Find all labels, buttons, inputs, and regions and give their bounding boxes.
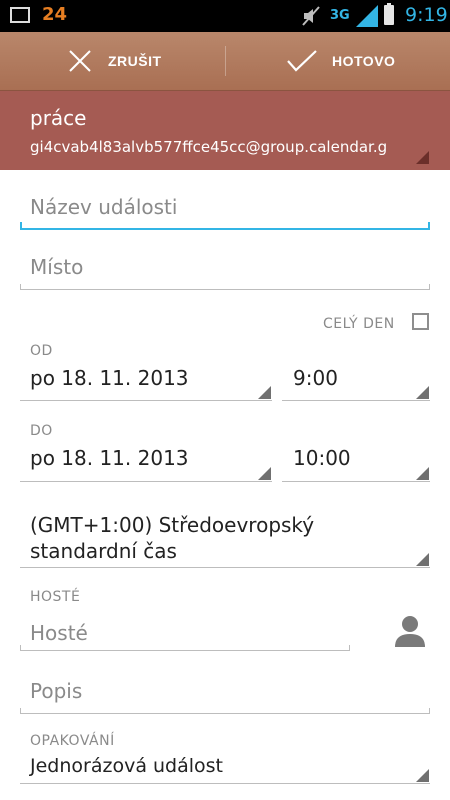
location-underline <box>20 289 430 290</box>
repeat-label: OPAKOVÁNÍ <box>30 733 115 749</box>
title-placeholder: Název události <box>30 195 178 219</box>
close-icon <box>69 50 91 72</box>
timezone-spinner[interactable]: (GMT+1:00) Středoevropský standardní čas <box>30 512 420 564</box>
from-date-dropdown-indicator <box>258 386 271 399</box>
repeat-dropdown-indicator <box>416 769 429 782</box>
location-underline-edge-left <box>20 284 21 290</box>
to-date-underline <box>20 481 272 482</box>
cancel-button[interactable]: ZRUŠIT <box>0 32 224 90</box>
guests-underline <box>20 650 350 651</box>
title-field[interactable]: Název události <box>30 195 430 219</box>
title-underline-edge-right <box>428 222 430 229</box>
calendar-selector[interactable]: práce gi4cvab4l83alvb577ffce45cc@group.c… <box>0 91 450 170</box>
to-date: po 18. 11. 2013 <box>30 446 189 470</box>
to-label: DO <box>30 423 53 439</box>
all-day-checkbox[interactable] <box>412 313 429 330</box>
location-field[interactable]: Místo <box>30 255 430 279</box>
description-placeholder: Popis <box>30 679 83 703</box>
repeat-spinner[interactable]: Jednorázová událost <box>30 755 420 777</box>
description-underline-edge-left <box>20 708 21 714</box>
location-underline-edge-right <box>429 284 430 290</box>
to-time-underline <box>282 481 430 482</box>
timezone-underline <box>20 567 430 568</box>
guests-label: HOSTÉ <box>30 589 81 605</box>
guests-underline-edge-left <box>20 645 21 651</box>
timezone-line-1: (GMT+1:00) Středoevropský <box>30 513 315 537</box>
description-underline-edge-right <box>429 708 430 714</box>
add-contact-icon[interactable] <box>392 612 428 648</box>
calendar-name: práce <box>30 106 87 130</box>
all-day-label: CELÝ DEN <box>323 316 395 332</box>
cancel-label: ZRUŠIT <box>108 53 162 69</box>
from-date: po 18. 11. 2013 <box>30 366 189 390</box>
signal-icon <box>356 5 378 27</box>
timezone-dropdown-indicator <box>416 553 429 566</box>
from-time-dropdown-indicator <box>416 386 429 399</box>
title-underline-edge-left <box>20 222 22 229</box>
battery-icon <box>384 3 394 25</box>
guests-placeholder: Hosté <box>30 621 88 645</box>
status-bar: 24 3G 9:19 <box>0 0 450 32</box>
location-placeholder: Místo <box>30 255 84 279</box>
guests-field[interactable]: Hosté <box>30 621 340 645</box>
guests-underline-edge-right <box>349 645 350 651</box>
done-button[interactable]: HOTOVO <box>226 32 450 90</box>
notification-count: 24 <box>42 4 68 25</box>
to-time: 10:00 <box>293 446 351 470</box>
title-underline <box>20 228 430 230</box>
from-date-underline <box>20 400 272 401</box>
done-label: HOTOVO <box>332 53 396 69</box>
gallery-notification-icon <box>10 7 30 23</box>
description-underline <box>20 713 430 714</box>
calendar-dropdown-indicator <box>416 151 429 164</box>
action-bar: ZRUŠIT HOTOVO <box>0 32 450 91</box>
status-clock: 9:19 <box>405 4 448 26</box>
from-time-spinner[interactable]: 9:00 <box>293 366 423 390</box>
calendar-account: gi4cvab4l83alvb577ffce45cc@group.calenda… <box>30 138 388 156</box>
repeat-underline <box>20 783 430 784</box>
from-time: 9:00 <box>293 366 338 390</box>
description-field[interactable]: Popis <box>30 679 420 703</box>
to-time-spinner[interactable]: 10:00 <box>293 446 423 470</box>
to-date-spinner[interactable]: po 18. 11. 2013 <box>30 446 270 470</box>
timezone-line-2: standardní čas <box>30 539 177 563</box>
to-date-dropdown-indicator <box>258 467 271 480</box>
network-type: 3G <box>330 8 350 23</box>
to-time-dropdown-indicator <box>416 467 429 480</box>
from-label: OD <box>30 343 53 359</box>
from-date-spinner[interactable]: po 18. 11. 2013 <box>30 366 270 390</box>
mute-icon <box>302 6 320 26</box>
from-time-underline <box>282 400 430 401</box>
check-icon <box>287 50 317 72</box>
repeat-value: Jednorázová událost <box>30 755 223 777</box>
